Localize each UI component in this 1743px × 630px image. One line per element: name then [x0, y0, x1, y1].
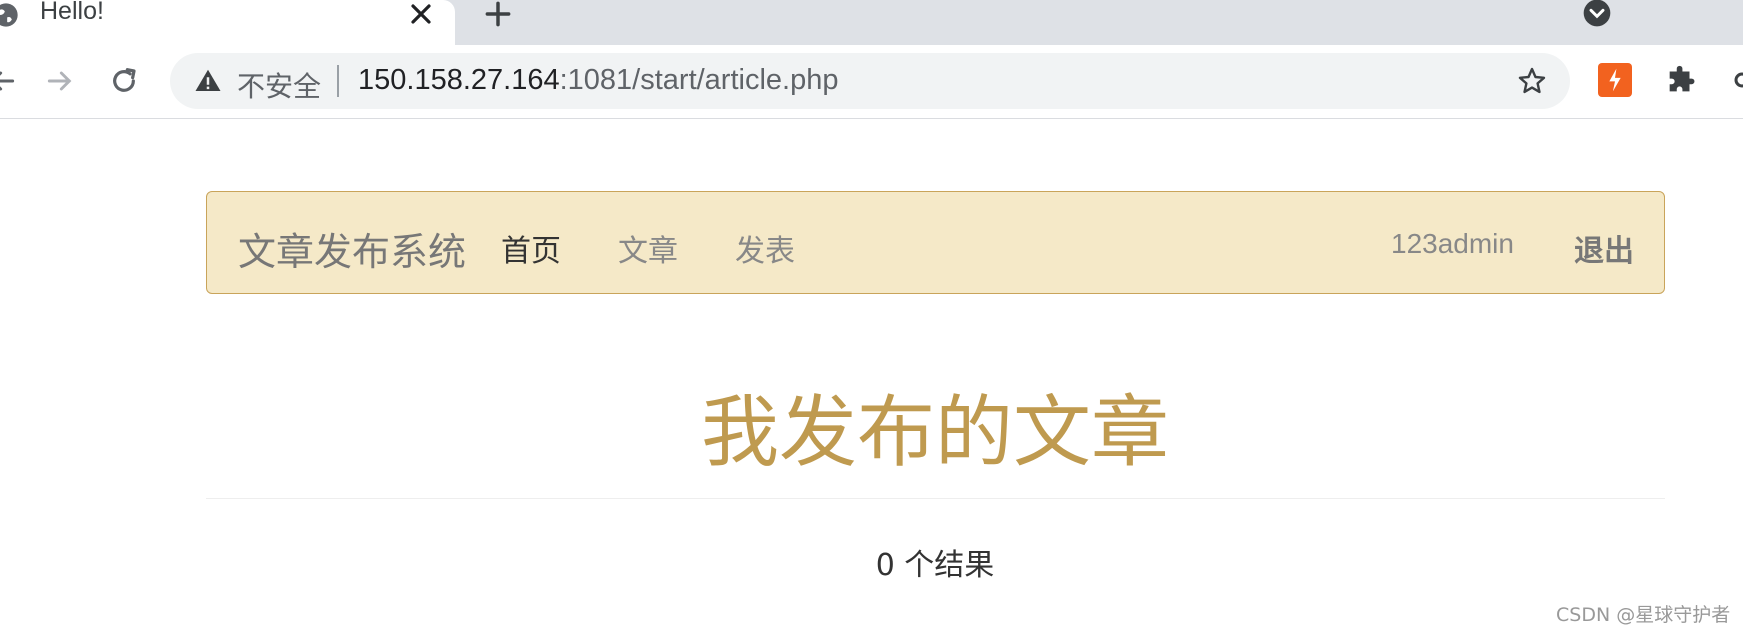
- site-brand[interactable]: 文章发布系统: [238, 221, 466, 276]
- browser-toolbar: 不安全 150.158.27.164:1081/start/article.ph…: [0, 45, 1743, 119]
- watermark: CSDN @星球守护者: [1556, 604, 1731, 626]
- url-host: 150.158.27.164: [358, 64, 560, 96]
- reload-icon[interactable]: [108, 65, 140, 97]
- content-divider: [206, 498, 1665, 499]
- browser-tab-bar: Hello!: [0, 0, 1743, 45]
- extensions-puzzle-icon[interactable]: [1664, 63, 1698, 97]
- back-icon[interactable]: [0, 65, 18, 97]
- warning-icon[interactable]: [193, 66, 223, 96]
- url-path: :1081/start/article.php: [559, 64, 839, 96]
- url-text[interactable]: 150.158.27.164:1081/start/article.php: [358, 64, 838, 97]
- forward-icon[interactable]: [44, 65, 76, 97]
- nav-publish-link[interactable]: 发表: [735, 226, 795, 270]
- nav-articles-link[interactable]: 文章: [618, 226, 678, 270]
- page-title: 我发布的文章: [700, 388, 1169, 478]
- bookmark-star-icon[interactable]: [1516, 65, 1548, 97]
- site-navbar: 文章发布系统 首页 文章 发表 123admin 退出: [206, 191, 1665, 294]
- security-divider: [337, 65, 339, 97]
- result-count: 0 个结果: [875, 548, 995, 583]
- browser-tab[interactable]: Hello!: [0, 0, 455, 45]
- new-tab-icon[interactable]: [482, 0, 514, 30]
- tab-title: Hello!: [40, 0, 104, 25]
- logout-link[interactable]: 退出: [1574, 226, 1634, 270]
- address-bar[interactable]: 不安全 150.158.27.164:1081/start/article.ph…: [170, 53, 1570, 109]
- nav-username[interactable]: 123admin: [1391, 228, 1514, 260]
- profile-icon[interactable]: [1728, 65, 1743, 95]
- nav-home-link[interactable]: 首页: [501, 226, 561, 270]
- extension-bolt-icon[interactable]: [1598, 63, 1632, 97]
- tab-search-icon[interactable]: [1581, 0, 1613, 29]
- bolt-icon: [1609, 68, 1621, 92]
- security-status[interactable]: 不安全: [237, 65, 321, 105]
- close-icon[interactable]: [405, 0, 437, 30]
- globe-icon: [0, 3, 18, 27]
